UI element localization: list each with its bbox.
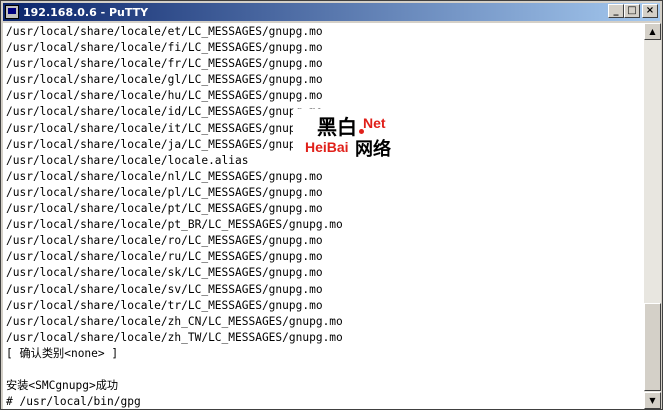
scroll-up-button[interactable]: ▲ (644, 23, 661, 40)
terminal-prompt-line: # /usr/local/bin/gpg (6, 395, 141, 409)
maximize-button[interactable]: □ (624, 4, 640, 18)
scroll-down-button[interactable]: ▼ (644, 392, 661, 409)
window-title: 192.168.0.6 - PuTTY (23, 5, 149, 19)
terminal-line: /usr/local/share/locale/pl/LC_MESSAGES/g… (6, 185, 323, 199)
terminal-line: /usr/local/share/locale/sk/LC_MESSAGES/g… (6, 266, 323, 280)
terminal-line: /usr/local/share/locale/sv/LC_MESSAGES/g… (6, 282, 323, 296)
minimize-button[interactable]: _ (608, 4, 624, 18)
watermark-en: HeiBai (305, 139, 349, 155)
arrow-down-icon: ▼ (649, 396, 656, 405)
terminal-line: /usr/local/share/locale/nl/LC_MESSAGES/g… (6, 169, 323, 183)
terminal-line: /usr/local/share/locale/et/LC_MESSAGES/g… (6, 25, 323, 38)
terminal-line: /usr/local/share/locale/zh_CN/LC_MESSAGE… (6, 314, 343, 328)
vertical-scrollbar[interactable]: ▲ ▼ (644, 23, 661, 409)
watermark-cn-bottom: 网络 (355, 139, 391, 160)
window-controls: _ □ × (608, 4, 658, 18)
close-button[interactable]: × (642, 4, 658, 18)
terminal-line: 安装<SMCgnupg>成功 (6, 379, 119, 393)
terminal-line: [ 确认类别<none> ] (6, 346, 119, 360)
terminal-line: /usr/local/share/locale/pt_BR/LC_MESSAGE… (6, 218, 343, 232)
terminal-line: /usr/local/share/locale/pt/LC_MESSAGES/g… (6, 202, 323, 216)
terminal-line: /usr/local/share/locale/ro/LC_MESSAGES/g… (6, 234, 323, 248)
terminal-lines: /usr/local/share/locale/et/LC_MESSAGES/g… (6, 24, 343, 409)
terminal-area[interactable]: /usr/local/share/locale/et/LC_MESSAGES/g… (3, 23, 644, 409)
heibai-watermark: 黑白 Net HeiBai 网络 (293, 109, 403, 169)
title-bar[interactable]: 192.168.0.6 - PuTTY _ □ × (3, 3, 660, 21)
terminal-line: /usr/local/share/locale/hu/LC_MESSAGES/g… (6, 89, 323, 103)
terminal-line: /usr/local/share/locale/fr/LC_MESSAGES/g… (6, 57, 323, 71)
putty-app-icon[interactable] (5, 5, 19, 19)
terminal-line: /usr/local/share/locale/tr/LC_MESSAGES/g… (6, 298, 323, 312)
terminal-line: /usr/local/share/locale/fi/LC_MESSAGES/g… (6, 41, 323, 55)
terminal-line: /usr/local/share/locale/zh_TW/LC_MESSAGE… (6, 330, 343, 344)
terminal-line: /usr/local/share/locale/gl/LC_MESSAGES/g… (6, 73, 323, 87)
terminal-line: /usr/local/share/locale/ru/LC_MESSAGES/g… (6, 250, 323, 264)
scroll-thumb[interactable] (644, 303, 661, 391)
putty-window: 192.168.0.6 - PuTTY _ □ × /usr/local/sha… (0, 0, 663, 410)
watermark-net: Net (363, 115, 386, 131)
watermark-cn-top: 黑白 (317, 115, 357, 139)
arrow-up-icon: ▲ (649, 27, 656, 36)
